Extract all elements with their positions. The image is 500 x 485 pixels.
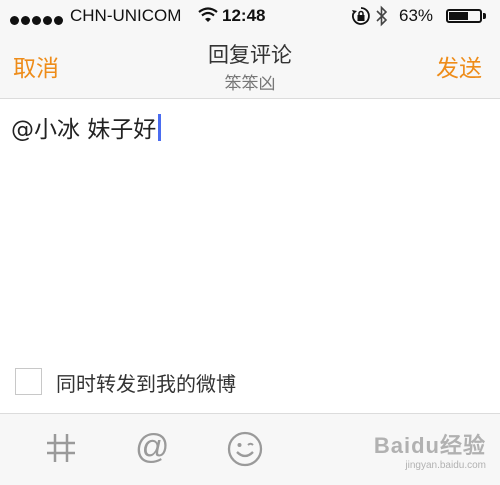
watermark-sub: jingyan.baidu.com: [405, 460, 486, 471]
page-subtitle: 笨笨凶: [224, 74, 276, 94]
nav-bar: 取消 回复评论 笨笨凶 发送: [0, 32, 500, 99]
battery-fill: [449, 12, 468, 20]
reply-text-content: @小冰 妹子好: [11, 117, 157, 143]
bluetooth-icon: [375, 5, 389, 33]
rotation-lock-icon: [351, 6, 371, 31]
send-button[interactable]: 发送: [436, 49, 482, 83]
battery-cap: [483, 13, 486, 19]
signal-dots-icon: [10, 10, 65, 30]
mention-icon[interactable]: @: [135, 428, 170, 466]
battery-percent: 63%: [399, 6, 434, 25]
status-time: 12:48: [222, 6, 266, 25]
emoji-icon[interactable]: [227, 431, 263, 471]
watermark-main: Baidu经验: [373, 433, 486, 458]
status-bar: CHN-UNICOM 12:48 63%: [0, 0, 500, 32]
repost-checkbox[interactable]: [15, 368, 42, 395]
repost-option-row: 同时转发到我的微博: [0, 357, 500, 414]
battery-icon: [446, 9, 482, 23]
text-cursor: [158, 113, 162, 141]
hashtag-icon[interactable]: [44, 431, 78, 469]
page-title: 回复评论: [208, 43, 292, 67]
wifi-icon: [198, 7, 218, 28]
repost-label: 同时转发到我的微博: [56, 372, 236, 396]
reply-text: @小冰 妹子好: [11, 110, 162, 144]
reply-text-area[interactable]: @小冰 妹子好: [0, 99, 500, 357]
carrier-name: CHN-UNICOM: [70, 6, 182, 25]
baidu-watermark: Baidu经验 jingyan.baidu.com: [374, 428, 486, 471]
compose-toolbar: @ Baidu经验 jingyan.baidu.com: [0, 414, 500, 485]
